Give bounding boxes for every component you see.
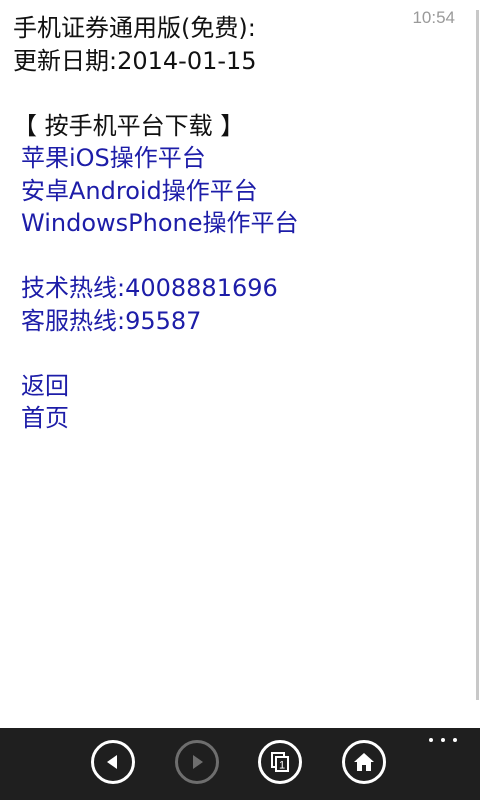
scrollbar[interactable] (476, 10, 479, 700)
app-bar: 1 (0, 728, 480, 800)
triangle-right-icon (193, 755, 203, 769)
tech-hotline-link[interactable]: 技术热线:4008881696 (13, 272, 458, 305)
triangle-left-icon (107, 755, 117, 769)
download-heading: 【 按手机平台下载 】 (13, 111, 245, 140)
windowsphone-platform-link[interactable]: WindowsPhone操作平台 (13, 207, 458, 240)
home-icon (354, 753, 374, 771)
home-link[interactable]: 首页 (13, 402, 458, 435)
back-link[interactable]: 返回 (13, 370, 458, 403)
page-title: 手机证券通用版(免费): (13, 14, 256, 42)
update-date: 更新日期:2014-01-15 (13, 46, 257, 75)
tabs-button[interactable]: 1 (258, 740, 302, 784)
tabs-count: 1 (279, 760, 285, 772)
forward-button[interactable] (175, 740, 219, 784)
ellipsis-icon (453, 738, 457, 742)
ellipsis-icon (441, 738, 445, 742)
more-button[interactable] (429, 738, 457, 746)
page-content: 手机证券通用版(免费): 更新日期:2014-01-15 【 按手机平台下载 】… (13, 12, 458, 435)
android-platform-link[interactable]: 安卓Android操作平台 (13, 175, 458, 208)
ios-platform-link[interactable]: 苹果iOS操作平台 (13, 142, 458, 175)
tabs-icon: 1 (271, 752, 289, 772)
ellipsis-icon (429, 738, 433, 742)
service-hotline-link[interactable]: 客服热线:95587 (13, 305, 458, 338)
back-button[interactable] (91, 740, 135, 784)
home-button[interactable] (342, 740, 386, 784)
